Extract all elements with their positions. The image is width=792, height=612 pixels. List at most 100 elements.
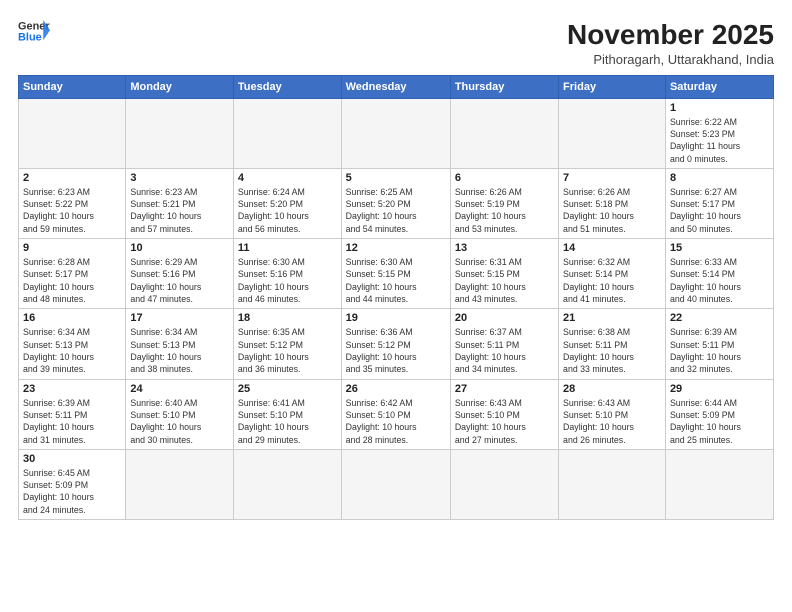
day-number: 20 [455, 312, 554, 324]
calendar-day-cell: 14 Sunrise: 6:32 AMSunset: 5:14 PMDayligh… [559, 239, 666, 309]
calendar-day-cell [341, 449, 450, 519]
weekday-header-row: SundayMondayTuesdayWednesdayThursdayFrid… [19, 75, 774, 98]
day-number: 7 [563, 172, 661, 184]
calendar-week-row: 9Sunrise: 6:28 AMSunset: 5:17 PMDaylight… [19, 239, 774, 309]
weekday-header-thursday: Thursday [450, 75, 558, 98]
day-info: Sunrise: 6:36 AMSunset: 5:12 PMDaylight:… [346, 326, 446, 375]
day-number: 23 [23, 383, 121, 395]
calendar-day-cell: 18Sunrise: 6:35 AMSunset: 5:12 PMDayligh… [233, 309, 341, 379]
calendar-day-cell: 5 Sunrise: 6:25 AMSunset: 5:20 PMDaylight… [341, 168, 450, 238]
day-info: Sunrise: 6:42 AMSunset: 5:10 PMDaylight:… [346, 397, 446, 446]
calendar-day-cell: 23 Sunrise: 6:39 AMSunset: 5:11 PMDayligh… [19, 379, 126, 449]
svg-text:Blue: Blue [18, 31, 42, 43]
calendar-day-cell: 2 Sunrise: 6:23 AMSunset: 5:22 PMDaylight… [19, 168, 126, 238]
day-number: 14 [563, 242, 661, 254]
day-info: Sunrise: 6:39 AMSunset: 5:11 PMDaylight:… [23, 397, 121, 446]
calendar-day-cell [450, 98, 558, 168]
calendar-day-cell [126, 449, 234, 519]
calendar-day-cell: 7 Sunrise: 6:26 AMSunset: 5:18 PMDaylight… [559, 168, 666, 238]
calendar-day-cell: 16 Sunrise: 6:34 AMSunset: 5:13 PMDayligh… [19, 309, 126, 379]
day-number: 2 [23, 172, 121, 184]
page: General Blue November 2025 Pithoragarh, … [0, 0, 792, 612]
weekday-header-tuesday: Tuesday [233, 75, 341, 98]
day-info: Sunrise: 6:26 AMSunset: 5:19 PMDaylight:… [455, 186, 554, 235]
calendar-day-cell: 15Sunrise: 6:33 AMSunset: 5:14 PMDayligh… [665, 239, 773, 309]
day-info: Sunrise: 6:30 AMSunset: 5:16 PMDaylight:… [238, 256, 337, 305]
calendar-day-cell [559, 449, 666, 519]
calendar-day-cell: 6 Sunrise: 6:26 AMSunset: 5:19 PMDaylight… [450, 168, 558, 238]
day-info: Sunrise: 6:28 AMSunset: 5:17 PMDaylight:… [23, 256, 121, 305]
day-number: 30 [23, 453, 121, 465]
calendar-week-row: 2 Sunrise: 6:23 AMSunset: 5:22 PMDaylight… [19, 168, 774, 238]
day-number: 29 [670, 383, 769, 395]
day-info: Sunrise: 6:25 AMSunset: 5:20 PMDaylight:… [346, 186, 446, 235]
day-info: Sunrise: 6:32 AMSunset: 5:14 PMDaylight:… [563, 256, 661, 305]
day-number: 21 [563, 312, 661, 324]
weekday-header-wednesday: Wednesday [341, 75, 450, 98]
day-number: 1 [670, 102, 769, 114]
weekday-header-monday: Monday [126, 75, 234, 98]
header: General Blue November 2025 Pithoragarh, … [18, 18, 774, 67]
day-number: 12 [346, 242, 446, 254]
day-number: 27 [455, 383, 554, 395]
calendar-day-cell [19, 98, 126, 168]
calendar-day-cell: 24Sunrise: 6:40 AMSunset: 5:10 PMDayligh… [126, 379, 234, 449]
day-number: 8 [670, 172, 769, 184]
calendar-day-cell: 9Sunrise: 6:28 AMSunset: 5:17 PMDaylight… [19, 239, 126, 309]
day-info: Sunrise: 6:34 AMSunset: 5:13 PMDaylight:… [23, 326, 121, 375]
weekday-header-sunday: Sunday [19, 75, 126, 98]
calendar-day-cell: 30 Sunrise: 6:45 AMSunset: 5:09 PMDayligh… [19, 449, 126, 519]
day-info: Sunrise: 6:27 AMSunset: 5:17 PMDaylight:… [670, 186, 769, 235]
day-number: 11 [238, 242, 337, 254]
calendar-day-cell: 19Sunrise: 6:36 AMSunset: 5:12 PMDayligh… [341, 309, 450, 379]
calendar-day-cell: 3Sunrise: 6:23 AMSunset: 5:21 PMDaylight… [126, 168, 234, 238]
day-number: 6 [455, 172, 554, 184]
day-number: 5 [346, 172, 446, 184]
title-block: November 2025 Pithoragarh, Uttarakhand, … [567, 18, 774, 67]
day-number: 25 [238, 383, 337, 395]
calendar-day-cell [665, 449, 773, 519]
calendar-day-cell: 13 Sunrise: 6:31 AMSunset: 5:15 PMDayligh… [450, 239, 558, 309]
day-number: 17 [130, 312, 229, 324]
day-number: 15 [670, 242, 769, 254]
month-title: November 2025 [567, 18, 774, 52]
day-info: Sunrise: 6:31 AMSunset: 5:15 PMDaylight:… [455, 256, 554, 305]
calendar-day-cell: 28Sunrise: 6:43 AMSunset: 5:10 PMDayligh… [559, 379, 666, 449]
calendar-week-row: 16 Sunrise: 6:34 AMSunset: 5:13 PMDayligh… [19, 309, 774, 379]
calendar-day-cell: 22Sunrise: 6:39 AMSunset: 5:11 PMDayligh… [665, 309, 773, 379]
day-number: 28 [563, 383, 661, 395]
day-info: Sunrise: 6:40 AMSunset: 5:10 PMDaylight:… [130, 397, 229, 446]
day-info: Sunrise: 6:23 AMSunset: 5:22 PMDaylight:… [23, 186, 121, 235]
day-info: Sunrise: 6:38 AMSunset: 5:11 PMDaylight:… [563, 326, 661, 375]
day-info: Sunrise: 6:44 AMSunset: 5:09 PMDaylight:… [670, 397, 769, 446]
day-info: Sunrise: 6:43 AMSunset: 5:10 PMDaylight:… [455, 397, 554, 446]
subtitle: Pithoragarh, Uttarakhand, India [567, 52, 774, 67]
weekday-header-saturday: Saturday [665, 75, 773, 98]
calendar-day-cell: 4Sunrise: 6:24 AMSunset: 5:20 PMDaylight… [233, 168, 341, 238]
day-number: 10 [130, 242, 229, 254]
day-info: Sunrise: 6:30 AMSunset: 5:15 PMDaylight:… [346, 256, 446, 305]
calendar: SundayMondayTuesdayWednesdayThursdayFrid… [18, 75, 774, 521]
day-number: 3 [130, 172, 229, 184]
day-info: Sunrise: 6:41 AMSunset: 5:10 PMDaylight:… [238, 397, 337, 446]
calendar-day-cell: 11 Sunrise: 6:30 AMSunset: 5:16 PMDayligh… [233, 239, 341, 309]
calendar-day-cell: 1Sunrise: 6:22 AMSunset: 5:23 PMDaylight… [665, 98, 773, 168]
weekday-header-friday: Friday [559, 75, 666, 98]
calendar-day-cell [233, 449, 341, 519]
day-number: 16 [23, 312, 121, 324]
calendar-day-cell: 29 Sunrise: 6:44 AMSunset: 5:09 PMDayligh… [665, 379, 773, 449]
day-info: Sunrise: 6:37 AMSunset: 5:11 PMDaylight:… [455, 326, 554, 375]
day-info: Sunrise: 6:26 AMSunset: 5:18 PMDaylight:… [563, 186, 661, 235]
day-info: Sunrise: 6:39 AMSunset: 5:11 PMDaylight:… [670, 326, 769, 375]
calendar-day-cell: 17Sunrise: 6:34 AMSunset: 5:13 PMDayligh… [126, 309, 234, 379]
generalblue-logo-icon: General Blue [18, 18, 50, 44]
calendar-day-cell [341, 98, 450, 168]
day-info: Sunrise: 6:29 AMSunset: 5:16 PMDaylight:… [130, 256, 229, 305]
calendar-day-cell [126, 98, 234, 168]
calendar-day-cell: 8 Sunrise: 6:27 AMSunset: 5:17 PMDaylight… [665, 168, 773, 238]
calendar-day-cell: 26Sunrise: 6:42 AMSunset: 5:10 PMDayligh… [341, 379, 450, 449]
calendar-day-cell: 20 Sunrise: 6:37 AMSunset: 5:11 PMDayligh… [450, 309, 558, 379]
day-info: Sunrise: 6:45 AMSunset: 5:09 PMDaylight:… [23, 467, 121, 516]
day-number: 13 [455, 242, 554, 254]
calendar-week-row: 1Sunrise: 6:22 AMSunset: 5:23 PMDaylight… [19, 98, 774, 168]
